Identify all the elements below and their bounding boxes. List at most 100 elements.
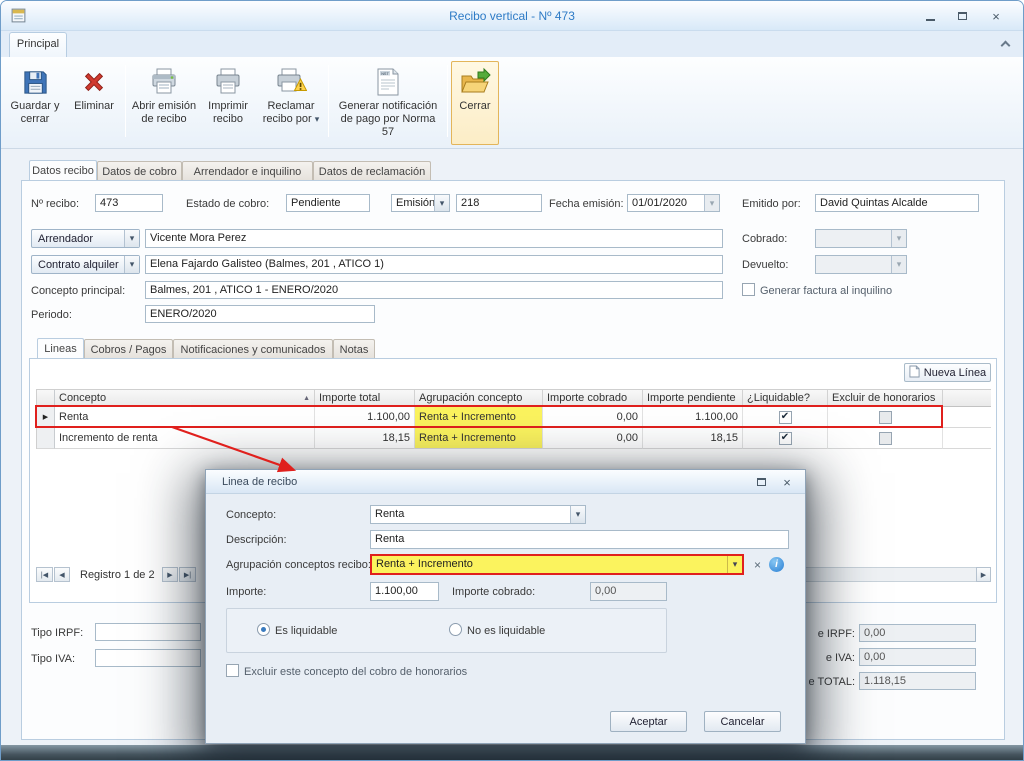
grid-column-importe-cobrado[interactable]: Importe cobrado: [543, 390, 643, 407]
save-icon: [8, 64, 62, 100]
excluir-honorarios-label: Excluir este concepto del cobro de honor…: [244, 666, 467, 678]
table-row[interactable]: ▶ Renta 1.100,00 Renta + Incremento 0,00…: [37, 407, 991, 428]
tab-datos-recibo[interactable]: Datos recibo: [29, 160, 97, 180]
table-row[interactable]: Incremento de renta 18,15 Renta + Increm…: [37, 428, 991, 449]
cell-agrupacion[interactable]: Renta + Incremento: [415, 428, 543, 449]
chevron-down-icon[interactable]: ▾: [704, 195, 719, 211]
generar-factura-checkbox[interactable]: [742, 283, 755, 296]
agrupacion-field[interactable]: Renta + Incremento▾: [370, 554, 744, 575]
grid-column-excluir[interactable]: Excluir de honorarios: [828, 390, 943, 407]
dialog-close-button[interactable]: ×: [777, 474, 797, 490]
no-es-liquidable-radio[interactable]: [449, 623, 462, 636]
print-receipt-button[interactable]: Imprimir recibo: [201, 61, 255, 145]
close-button[interactable]: ×: [983, 8, 1009, 24]
grid-column-importe-pendiente[interactable]: Importe pendiente: [643, 390, 743, 407]
num-recibo-field[interactable]: 473: [95, 194, 163, 212]
nav-prev-button[interactable]: ◀: [54, 567, 70, 582]
ribbon-tab-principal[interactable]: Principal: [9, 32, 67, 57]
tipo-iva-field[interactable]: [95, 649, 201, 667]
scroll-right-button[interactable]: ▶: [976, 567, 991, 582]
emision-num-field[interactable]: 218: [456, 194, 542, 212]
estado-cobro-field[interactable]: Pendiente: [286, 194, 370, 212]
emitido-por-field[interactable]: David Quintas Alcalde: [815, 194, 979, 212]
agrupacion-clear-button[interactable]: ×: [750, 557, 765, 572]
excluir-honorarios-checkbox[interactable]: [226, 664, 239, 677]
app-window: Recibo vertical - Nº 473 × Principal Gua…: [0, 0, 1024, 761]
cell-importe-total[interactable]: 18,15: [315, 428, 415, 449]
open-receipt-icon: [130, 64, 198, 100]
close-window-button[interactable]: Cerrar: [451, 61, 499, 145]
fecha-emision-value: 01/01/2020: [632, 197, 687, 209]
column-label: Importe pendiente: [647, 392, 736, 404]
concepto-principal-field[interactable]: Balmes, 201 , ATICO 1 - ENERO/2020: [145, 281, 723, 299]
importe-total-field[interactable]: 1.118,15: [859, 672, 976, 690]
arrendador-selector-button[interactable]: Arrendador▾: [31, 229, 140, 248]
tab-lineas[interactable]: Lineas: [37, 338, 84, 358]
liquidable-checkbox[interactable]: ✔: [779, 432, 792, 445]
importe-iva-field[interactable]: 0,00: [859, 648, 976, 666]
cell-importe-cobrado[interactable]: 0,00: [543, 407, 643, 428]
save-close-button[interactable]: Guardar y cerrar: [7, 61, 63, 145]
emision-combo[interactable]: Emisión▾: [391, 194, 450, 212]
column-label: Excluir de honorarios: [832, 392, 935, 404]
arrendador-field[interactable]: Vicente Mora Perez: [145, 229, 723, 248]
tab-datos-de-cobro[interactable]: Datos de cobro: [97, 161, 182, 180]
info-icon[interactable]: i: [769, 557, 784, 572]
dialog-importe-cobrado-label: Importe cobrado:: [452, 586, 535, 598]
window-title: Recibo vertical - Nº 473: [1, 9, 1023, 23]
es-liquidable-radio[interactable]: [257, 623, 270, 636]
claim-receipt-icon: [258, 64, 324, 100]
aceptar-button[interactable]: Aceptar: [610, 711, 687, 732]
maximize-button[interactable]: [949, 8, 975, 24]
devuelto-field[interactable]: ▾: [815, 255, 907, 274]
concepto-combo[interactable]: Renta▾: [370, 505, 586, 524]
tab-datos-reclamacion[interactable]: Datos de reclamación: [313, 161, 431, 180]
importe-cobrado-field[interactable]: 0,00: [590, 582, 667, 601]
cancelar-button[interactable]: Cancelar: [704, 711, 781, 732]
importe-irpf-field[interactable]: 0,00: [859, 624, 976, 642]
cobrado-field[interactable]: ▾: [815, 229, 907, 248]
cell-concepto[interactable]: Renta: [55, 407, 315, 428]
periodo-field[interactable]: ENERO/2020: [145, 305, 375, 323]
cell-importe-pendiente[interactable]: 1.100,00: [643, 407, 743, 428]
grid-column-agrupacion[interactable]: Agrupación concepto: [415, 390, 543, 407]
minimize-button[interactable]: [917, 8, 943, 24]
claim-receipt-button[interactable]: Reclamar recibo por ▾: [257, 61, 325, 145]
fecha-emision-field[interactable]: 01/01/2020 ▾: [627, 194, 720, 212]
chevron-down-icon[interactable]: ▾: [434, 195, 449, 211]
nueva-linea-button[interactable]: Nueva Línea: [904, 363, 991, 382]
importe-field[interactable]: 1.100,00: [370, 582, 439, 601]
chevron-down-icon[interactable]: ▾: [570, 506, 585, 523]
delete-button[interactable]: Eliminar: [67, 61, 121, 145]
tipo-irpf-field[interactable]: [95, 623, 201, 641]
norma57-button[interactable]: NST Generar notificación de pago por Nor…: [332, 61, 444, 145]
tab-cobros-pagos[interactable]: Cobros / Pagos: [84, 339, 173, 358]
nav-last-button[interactable]: ▶|: [179, 567, 196, 582]
open-receipt-button[interactable]: Abrir emisión de recibo: [129, 61, 199, 145]
contrato-selector-button[interactable]: Contrato alquiler▾: [31, 255, 140, 274]
cell-importe-total[interactable]: 1.100,00: [315, 407, 415, 428]
dialog-title-bar[interactable]: Linea de recibo ×: [206, 470, 805, 494]
tab-notificaciones[interactable]: Notificaciones y comunicados: [173, 339, 333, 358]
title-bar[interactable]: Recibo vertical - Nº 473 ×: [1, 1, 1023, 31]
tab-notas[interactable]: Notas: [333, 339, 375, 358]
grid-column-liquidable[interactable]: ¿Liquidable?: [743, 390, 828, 407]
tab-arrendador-inquilino[interactable]: Arrendador e inquilino: [182, 161, 313, 180]
excluir-checkbox[interactable]: [879, 432, 892, 445]
cell-importe-pendiente[interactable]: 18,15: [643, 428, 743, 449]
chevron-down-icon[interactable]: ▾: [727, 556, 742, 573]
contrato-field[interactable]: Elena Fajardo Galisteo (Balmes, 201 , AT…: [145, 255, 723, 274]
grid-column-importe-total[interactable]: Importe total: [315, 390, 415, 407]
nav-next-button[interactable]: ▶: [162, 567, 178, 582]
maximize-icon: [958, 12, 967, 20]
cell-importe-cobrado[interactable]: 0,00: [543, 428, 643, 449]
delete-label: Eliminar: [68, 100, 120, 113]
descripcion-field[interactable]: Renta: [370, 530, 789, 549]
cell-agrupacion[interactable]: Renta + Incremento: [415, 407, 543, 428]
liquidable-checkbox[interactable]: ✔: [779, 411, 792, 424]
dialog-maximize-button[interactable]: [751, 474, 771, 490]
grid-column-concepto[interactable]: Concepto▲: [55, 390, 315, 407]
cell-concepto[interactable]: Incremento de renta: [55, 428, 315, 449]
excluir-checkbox[interactable]: [879, 411, 892, 424]
nav-first-button[interactable]: |◀: [36, 567, 53, 582]
